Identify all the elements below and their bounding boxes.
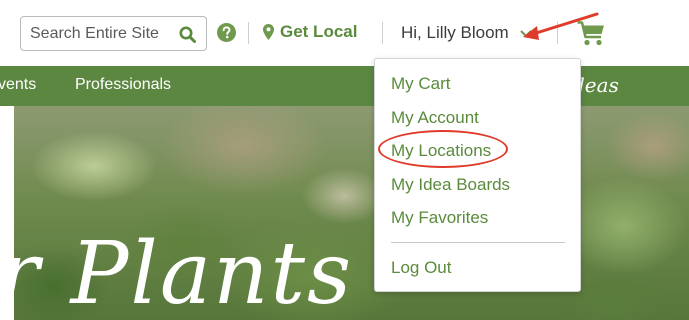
nav-item-professionals[interactable]: Professionals [75,76,171,94]
menu-item-log-out[interactable]: Log Out [391,258,452,278]
hero-image: r Plants [14,106,689,320]
help-icon[interactable] [217,23,236,42]
search-box [20,16,207,51]
hero-headline: r Plants [14,224,354,320]
get-local-link[interactable]: Get Local [263,20,357,44]
header-divider [382,22,383,44]
get-local-label: Get Local [280,22,358,41]
annotation-arrow-icon [523,12,599,40]
menu-item-my-cart[interactable]: My Cart [391,74,451,94]
search-icon[interactable] [179,26,196,43]
search-input[interactable] [30,24,178,44]
header-divider [248,22,249,44]
menu-item-my-idea-boards[interactable]: My Idea Boards [391,175,510,195]
highlight-ellipse-annotation [378,130,508,168]
map-pin-icon [263,24,274,40]
user-menu-toggle[interactable]: Hi, Lilly Bloom [401,23,509,43]
account-dropdown-menu: My Cart My Account My Locations My Idea … [374,58,581,292]
menu-divider [391,242,565,243]
menu-item-my-account[interactable]: My Account [391,108,479,128]
nav-item-events[interactable]: vents [0,76,36,94]
menu-item-my-favorites[interactable]: My Favorites [391,208,488,228]
main-nav: vents Professionals deas [0,66,689,106]
